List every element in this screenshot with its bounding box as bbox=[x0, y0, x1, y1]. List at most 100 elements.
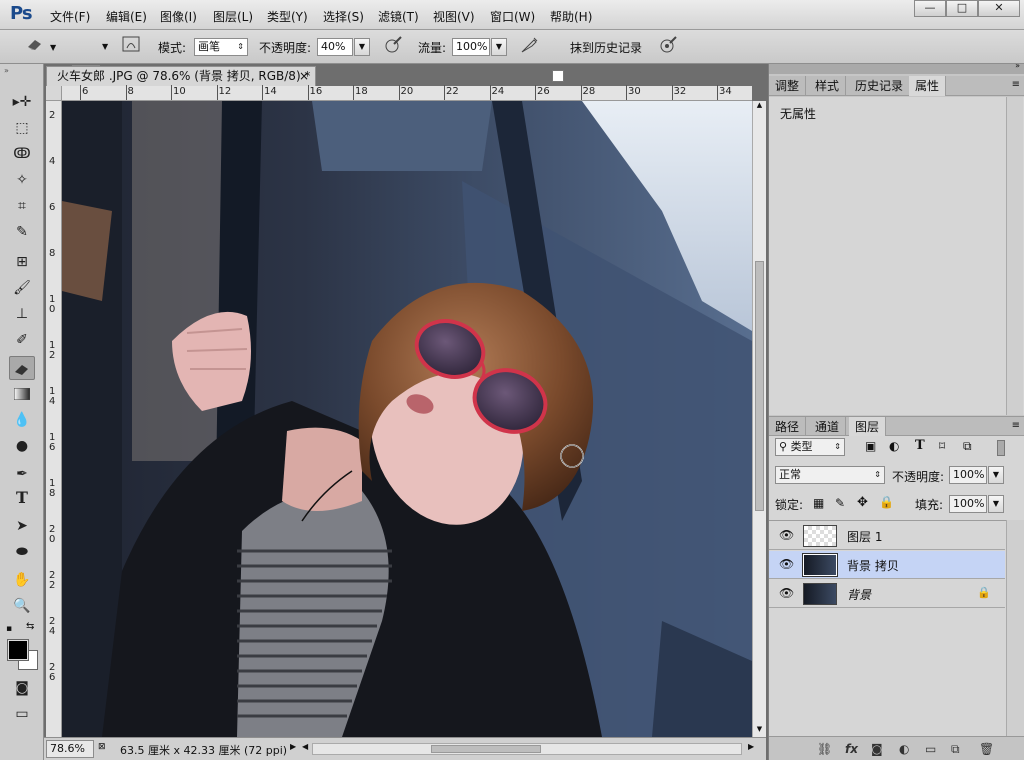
visibility-eye-icon[interactable]: 👁 bbox=[779, 557, 794, 571]
menu-help[interactable]: 帮助(H) bbox=[550, 8, 592, 25]
fill-dropdown-icon[interactable]: ▼ bbox=[988, 495, 1004, 513]
ruler-origin[interactable] bbox=[46, 86, 62, 101]
default-colors-icon[interactable]: ▪ bbox=[6, 624, 12, 634]
menu-filter[interactable]: 滤镜(T) bbox=[378, 8, 419, 25]
mode-select[interactable]: 画笔 ⇕ bbox=[194, 38, 248, 56]
lock-transparent-icon[interactable]: ▦ bbox=[813, 496, 824, 510]
properties-menu-icon[interactable]: ≡ bbox=[1012, 79, 1020, 90]
opacity-input[interactable]: 40% bbox=[317, 38, 353, 56]
brush-tool-icon[interactable]: 🖌 bbox=[9, 276, 35, 300]
filter-toggle[interactable] bbox=[997, 440, 1005, 456]
canvas-horizontal-scrollbar[interactable] bbox=[312, 743, 742, 755]
visibility-eye-icon[interactable]: 👁 bbox=[779, 528, 794, 542]
pressure-opacity-icon[interactable] bbox=[382, 36, 404, 58]
eyedropper-tool-icon[interactable]: ✎ bbox=[9, 220, 35, 244]
type-tool-icon[interactable]: T bbox=[9, 488, 35, 512]
move-tool-icon[interactable]: ▸✛ bbox=[9, 90, 35, 114]
menu-layer[interactable]: 图层(L) bbox=[213, 8, 253, 25]
menu-view[interactable]: 视图(V) bbox=[433, 8, 475, 25]
menu-select[interactable]: 选择(S) bbox=[323, 8, 364, 25]
menu-image[interactable]: 图像(I) bbox=[160, 8, 197, 25]
toolbox-collapse-icon[interactable]: » bbox=[4, 66, 9, 75]
tab-properties[interactable]: 属性 bbox=[909, 76, 947, 96]
lock-pixels-icon[interactable]: ✎ bbox=[835, 496, 845, 510]
close-button[interactable]: ✕ bbox=[978, 0, 1020, 17]
pressure-size-icon[interactable] bbox=[657, 36, 679, 58]
layer-row-2[interactable]: 👁 背景 拷贝 bbox=[769, 551, 1005, 579]
scroll-down-icon[interactable]: ▼ bbox=[753, 725, 766, 737]
document-canvas[interactable] bbox=[62, 101, 752, 737]
filter-pixel-icon[interactable]: ▣ bbox=[865, 439, 876, 453]
blend-mode-select[interactable]: 正常 ⇕ bbox=[775, 466, 885, 484]
quick-mask-icon[interactable]: ◙ bbox=[9, 676, 35, 700]
status-menu-icon[interactable]: ⊠ bbox=[98, 742, 106, 752]
close-document-icon[interactable]: × bbox=[299, 67, 309, 85]
canvas-vertical-scrollbar[interactable]: ▲ ▼ bbox=[752, 101, 766, 737]
crop-tool-icon[interactable]: ⌗ bbox=[9, 194, 35, 218]
hscroll-left-icon[interactable]: ◀ bbox=[302, 742, 308, 751]
dodge-tool-icon[interactable]: ● bbox=[9, 434, 35, 458]
brush-dropdown-icon[interactable]: ▼ bbox=[102, 42, 108, 51]
layer-style-icon[interactable]: fx bbox=[845, 742, 858, 756]
menu-edit[interactable]: 编辑(E) bbox=[106, 8, 147, 25]
lock-position-icon[interactable]: ✥ bbox=[857, 495, 868, 510]
new-layer-icon[interactable]: ⧉ bbox=[951, 742, 960, 757]
lasso-tool-icon[interactable]: ↂ bbox=[9, 142, 35, 166]
delete-layer-icon[interactable]: 🗑 bbox=[979, 742, 994, 756]
tab-channels[interactable]: 通道 bbox=[809, 417, 847, 437]
gradient-tool-icon[interactable] bbox=[9, 382, 35, 406]
tab-layers[interactable]: 图层 bbox=[849, 417, 887, 437]
hand-tool-icon[interactable]: ✋ bbox=[9, 568, 35, 592]
filter-shape-icon[interactable]: ⌑ bbox=[939, 439, 945, 453]
ruler-vertical[interactable]: 2 4 6 8 1 0 1 2 1 4 1 6 1 8 2 0 2 2 2 4 2 6 bbox=[46, 101, 62, 737]
eraser-preset-icon[interactable] bbox=[24, 36, 46, 58]
airbrush-icon[interactable] bbox=[518, 36, 540, 58]
layer-row-3[interactable]: 👁 背景 🔒 bbox=[769, 580, 1005, 608]
marquee-tool-icon[interactable]: ⬚ bbox=[9, 116, 35, 140]
collapse-panels-icon[interactable]: » bbox=[1015, 61, 1020, 70]
minimize-button[interactable]: — bbox=[914, 0, 946, 17]
filter-adjustment-icon[interactable]: ◐ bbox=[889, 439, 899, 453]
ellipse-tool-icon[interactable]: ⬬ bbox=[9, 540, 35, 564]
scroll-up-icon[interactable]: ▲ bbox=[753, 101, 766, 113]
layer-filter-select[interactable]: ⚲ 类型 ⇕ bbox=[775, 438, 845, 456]
erase-history-checkbox[interactable] bbox=[552, 70, 564, 82]
layers-menu-icon[interactable]: ≡ bbox=[1012, 420, 1020, 431]
eraser-tool-icon[interactable] bbox=[9, 356, 35, 380]
menu-file[interactable]: 文件(F) bbox=[50, 8, 90, 25]
flow-input[interactable]: 100% bbox=[452, 38, 490, 56]
preset-dropdown-icon[interactable]: ▼ bbox=[50, 43, 56, 52]
clone-stamp-tool-icon[interactable]: ⊥ bbox=[9, 302, 35, 326]
layer-opacity-input[interactable]: 100% bbox=[949, 466, 987, 484]
visibility-eye-icon[interactable]: 👁 bbox=[779, 586, 794, 600]
pen-tool-icon[interactable]: ✒ bbox=[9, 462, 35, 486]
vertical-scroll-thumb[interactable] bbox=[755, 261, 764, 511]
foreground-color-swatch[interactable] bbox=[7, 639, 29, 661]
zoom-input[interactable]: 78.6% bbox=[46, 740, 94, 758]
zoom-tool-icon[interactable]: 🔍 bbox=[9, 594, 35, 618]
screen-mode-icon[interactable]: ▭ bbox=[9, 702, 35, 726]
tab-styles[interactable]: 样式 bbox=[809, 76, 847, 96]
panel-dock-header[interactable]: » bbox=[769, 61, 1024, 74]
layer-opacity-dropdown-icon[interactable]: ▼ bbox=[988, 466, 1004, 484]
blur-tool-icon[interactable]: 💧 bbox=[9, 408, 35, 432]
add-mask-icon[interactable]: ◙ bbox=[871, 742, 883, 756]
tab-paths[interactable]: 路径 bbox=[769, 417, 807, 437]
layer-row-1[interactable]: 👁 图层 1 bbox=[769, 522, 1005, 550]
tab-history[interactable]: 历史记录 bbox=[849, 76, 911, 96]
swap-colors-icon[interactable]: ⇆ bbox=[26, 621, 34, 632]
hscroll-right-icon[interactable]: ▶ bbox=[748, 742, 754, 751]
tab-adjustments[interactable]: 调整 bbox=[769, 76, 807, 96]
horizontal-scroll-thumb[interactable] bbox=[431, 745, 541, 753]
new-group-icon[interactable]: ▭ bbox=[925, 742, 936, 756]
ruler-horizontal[interactable]: 6 8 10 12 14 16 18 20 22 24 26 28 30 32 34 bbox=[62, 85, 752, 101]
opacity-dropdown-icon[interactable]: ▼ bbox=[354, 38, 370, 56]
magic-wand-tool-icon[interactable]: ✧ bbox=[9, 168, 35, 192]
filter-type-icon[interactable]: T bbox=[915, 438, 925, 453]
brush-panel-icon[interactable] bbox=[120, 36, 142, 58]
link-layers-icon[interactable]: ⛓ bbox=[817, 742, 832, 756]
healing-brush-tool-icon[interactable]: ⊞ bbox=[9, 250, 35, 274]
history-brush-tool-icon[interactable]: ✐ bbox=[9, 328, 35, 352]
menu-window[interactable]: 窗口(W) bbox=[490, 8, 535, 25]
fill-input[interactable]: 100% bbox=[949, 495, 987, 513]
